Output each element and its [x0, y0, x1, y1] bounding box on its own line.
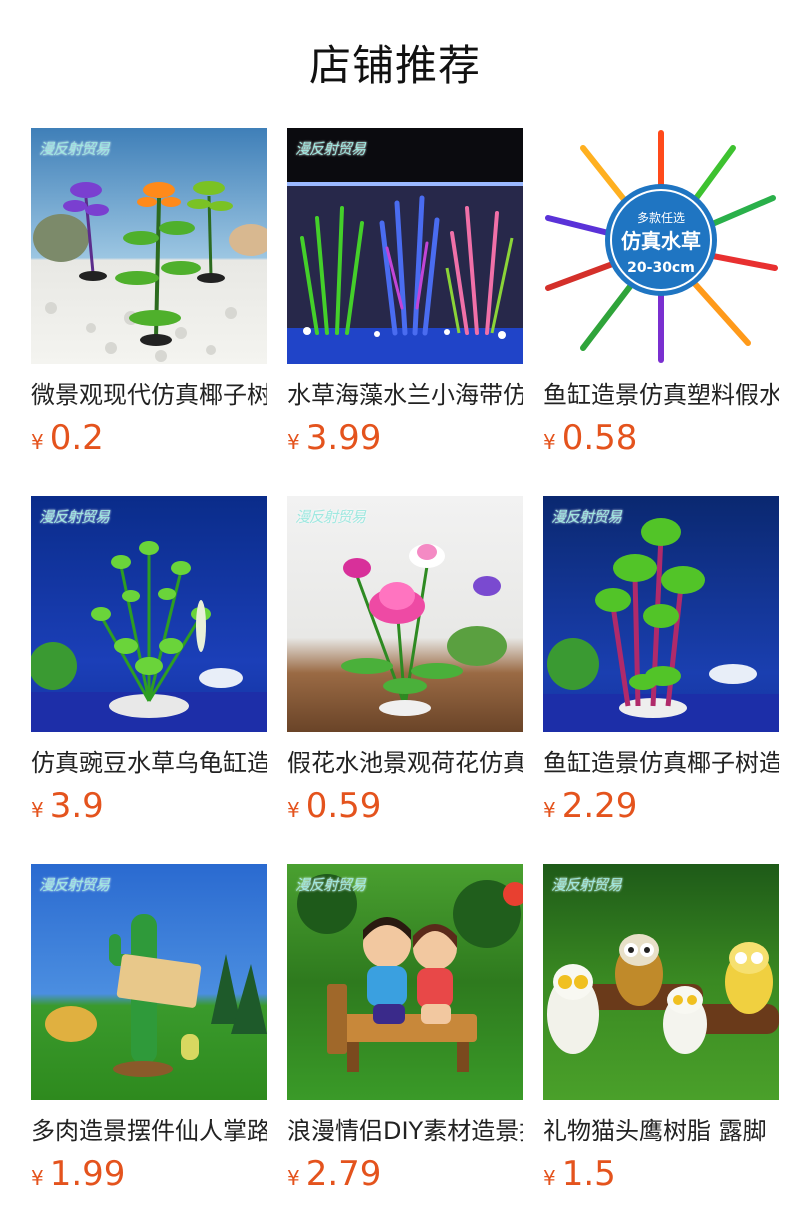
price-value: 3.99: [305, 418, 382, 458]
product-name[interactable]: 微景观现代仿真椰子树: [31, 378, 267, 412]
currency-symbol: ¥: [287, 798, 300, 822]
price-value: 3.9: [49, 786, 104, 826]
product-card[interactable]: 漫反射贸易 水草海藻水兰小海带仿真 ¥3.99: [287, 128, 523, 466]
product-name[interactable]: 水草海藻水兰小海带仿真: [287, 378, 523, 412]
currency-symbol: ¥: [287, 430, 300, 454]
price-value: 2.29: [561, 786, 638, 826]
product-image[interactable]: 漫反射贸易: [543, 864, 779, 1100]
recommend-page: 店铺推荐 漫反射贸易 微景观现代仿真椰子树 ¥ 0.2 漫反射贸易 水草海藻水兰…: [0, 0, 790, 1232]
product-price: ¥3.99: [287, 416, 523, 466]
product-name[interactable]: 仿真豌豆水草乌龟缸造景: [31, 746, 267, 780]
product-price: ¥0.58: [543, 416, 779, 466]
product-name[interactable]: 多肉造景摆件仙人掌路牌: [31, 1114, 267, 1148]
product-card[interactable]: 多款任选 仿真水草 20-30cm 鱼缸造景仿真塑料假水草 ¥0.58: [543, 128, 779, 466]
watermark-text: 漫反射贸易: [551, 876, 622, 894]
product-price: ¥1.99: [31, 1152, 267, 1202]
product-name[interactable]: 鱼缸造景仿真塑料假水草: [543, 378, 779, 412]
currency-symbol: ¥: [543, 798, 556, 822]
watermark-text: 漫反射贸易: [551, 508, 622, 526]
watermark-text: 漫反射贸易: [295, 508, 366, 526]
price-value: 0.2: [49, 418, 104, 458]
badge-line3: 20-30cm: [627, 260, 695, 276]
currency-symbol: ¥: [31, 430, 44, 454]
product-image[interactable]: 漫反射贸易: [31, 128, 267, 364]
watermark-text: 漫反射贸易: [39, 140, 110, 158]
currency-symbol: ¥: [543, 430, 556, 454]
product-image[interactable]: 漫反射贸易: [31, 496, 267, 732]
product-card[interactable]: 漫反射贸易 假花水池景观荷花仿真花 ¥0.59: [287, 496, 523, 834]
page-title: 店铺推荐: [308, 41, 481, 90]
price-value: 0.59: [305, 786, 382, 826]
product-card[interactable]: 漫反射贸易 多肉造景摆件仙人掌路牌 ¥1.99: [31, 864, 267, 1202]
product-name[interactable]: 浪漫情侣DIY素材造景摆件: [287, 1114, 523, 1148]
product-image[interactable]: 漫反射贸易: [287, 128, 523, 364]
product-image[interactable]: 漫反射贸易: [543, 496, 779, 732]
currency-symbol: ¥: [287, 1166, 300, 1190]
product-name[interactable]: 鱼缸造景仿真椰子树造景: [543, 746, 779, 780]
product-card[interactable]: 漫反射贸易 鱼缸造景仿真椰子树造景 ¥2.29: [543, 496, 779, 834]
product-price: ¥1.5: [543, 1152, 779, 1202]
currency-symbol: ¥: [31, 1166, 44, 1190]
watermark-text: 漫反射贸易: [39, 508, 110, 526]
product-card[interactable]: 漫反射贸易 浪漫情侣DIY素材造景摆件 ¥2.79: [287, 864, 523, 1202]
watermark-text: 漫反射贸易: [295, 140, 366, 158]
product-image[interactable]: 漫反射贸易: [287, 864, 523, 1100]
product-name[interactable]: 假花水池景观荷花仿真花: [287, 746, 523, 780]
product-image[interactable]: 漫反射贸易: [31, 864, 267, 1100]
watermark-text: 漫反射贸易: [39, 876, 110, 894]
product-image[interactable]: 漫反射贸易: [287, 496, 523, 732]
product-price: ¥0.59: [287, 784, 523, 834]
price-value: 0.58: [561, 418, 638, 458]
product-price: ¥0.2: [31, 416, 267, 466]
product-name[interactable]: 礼物猫头鹰树脂 露脚: [543, 1114, 779, 1148]
product-card[interactable]: 漫反射贸易 微景观现代仿真椰子树 ¥0.2: [31, 128, 267, 466]
badge-line2: 仿真水草: [621, 229, 701, 253]
product-image[interactable]: 多款任选 仿真水草 20-30cm: [543, 128, 779, 364]
product-card[interactable]: 漫反射贸易 仿真豌豆水草乌龟缸造景 ¥3.9: [31, 496, 267, 834]
product-price: ¥2.29: [543, 784, 779, 834]
currency-symbol: ¥: [543, 1166, 556, 1190]
currency-symbol: ¥: [31, 798, 44, 822]
price-value: 1.5: [561, 1154, 616, 1194]
product-price: ¥3.9: [31, 784, 267, 834]
product-price: ¥2.79: [287, 1152, 523, 1202]
watermark-text: 漫反射贸易: [295, 876, 366, 894]
price-value: 2.79: [305, 1154, 382, 1194]
price-value: 1.99: [49, 1154, 126, 1194]
product-card[interactable]: 漫反射贸易 礼物猫头鹰树脂 露脚 ¥1.5: [543, 864, 779, 1202]
badge-line1: 多款任选: [637, 211, 685, 225]
